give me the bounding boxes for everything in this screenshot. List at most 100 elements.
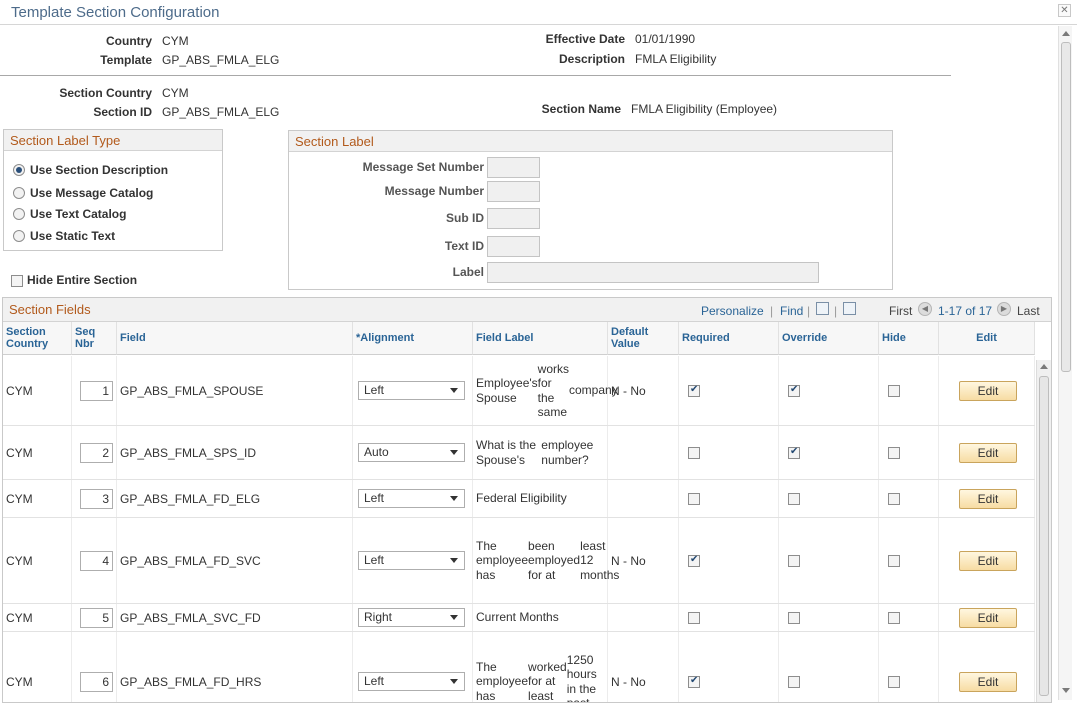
override-checkbox[interactable] [788, 554, 800, 567]
chevron-down-icon [450, 615, 458, 620]
field-label-line: What is the Spouse's [476, 438, 537, 467]
override-checkbox[interactable] [788, 675, 800, 688]
alignment-value: Left [364, 491, 385, 505]
required-checkbox[interactable] [688, 492, 700, 505]
radio-use-text-catalog[interactable]: Use Text Catalog [13, 207, 126, 221]
hide-entire-section-checkbox[interactable] [11, 274, 23, 287]
hide-checkbox[interactable] [888, 675, 900, 688]
required-checkbox[interactable] [688, 446, 700, 459]
alignment-value: Auto [364, 445, 389, 459]
override-checkbox[interactable] [788, 446, 800, 459]
table-row: CYM 2 GP_ABS_FMLA_SPS_ID Auto What is the Sp… [3, 426, 1035, 480]
col-field-label[interactable]: Field Label [473, 322, 608, 355]
row-country: CYM [3, 480, 72, 517]
section-label-type-title: Section Label Type [4, 130, 222, 151]
edit-button[interactable]: Edit [959, 607, 1017, 628]
seq-input[interactable]: 2 [80, 442, 113, 463]
find-link[interactable]: Find [780, 304, 803, 318]
seq-input[interactable]: 4 [80, 550, 113, 571]
field-label-line: Federal Eligibility [476, 491, 567, 506]
override-checkbox[interactable] [788, 611, 800, 624]
message-set-number-field [487, 157, 540, 178]
table-row: CYM 6 GP_ABS_FMLA_FD_HRS Left The employee h… [3, 632, 1035, 702]
grid-scrollbar[interactable] [1036, 360, 1051, 702]
hide-checkbox[interactable] [888, 384, 900, 397]
field-label-line: been employed for at [528, 538, 581, 582]
message-number-field [487, 181, 540, 202]
next-icon[interactable]: ▶ [997, 302, 1011, 316]
row-country: CYM [3, 426, 72, 479]
col-hide[interactable]: Hide [879, 322, 939, 355]
alignment-select[interactable]: Auto [358, 443, 465, 462]
override-checkbox[interactable] [788, 384, 800, 397]
alignment-select[interactable]: Left [358, 381, 465, 400]
edit-button[interactable]: Edit [959, 488, 1017, 509]
required-checkbox[interactable] [688, 611, 700, 624]
seq-input[interactable]: 1 [80, 380, 113, 401]
download-icon[interactable] [843, 302, 856, 315]
radio-button[interactable] [13, 208, 25, 220]
required-checkbox[interactable] [688, 384, 700, 397]
chevron-down-icon [450, 558, 458, 563]
first-label[interactable]: First [889, 304, 912, 318]
hide-checkbox[interactable] [888, 492, 900, 505]
section-name-label: Section Name [541, 102, 621, 116]
section-label-title: Section Label [289, 131, 892, 152]
edit-button[interactable]: Edit [959, 442, 1017, 463]
col-required[interactable]: Required [679, 322, 779, 355]
alignment-select[interactable]: Left [358, 551, 465, 570]
last-label[interactable]: Last [1017, 304, 1040, 318]
personalize-link[interactable]: Personalize [701, 304, 764, 318]
seq-input[interactable]: 5 [80, 607, 113, 628]
hide-checkbox[interactable] [888, 446, 900, 459]
col-section-country[interactable]: Section Country [3, 322, 72, 355]
radio-use-message-catalog[interactable]: Use Message Catalog [13, 186, 153, 200]
radio-use-section-description[interactable]: Use Section Description [13, 163, 168, 177]
radio-button[interactable] [13, 187, 25, 199]
hide-entire-section-label: Hide Entire Section [27, 273, 138, 287]
edit-button[interactable]: Edit [959, 671, 1017, 692]
radio-button[interactable] [13, 164, 25, 176]
field-label-line: works for the same [537, 361, 569, 420]
col-seq-nbr[interactable]: Seq Nbr [72, 322, 117, 355]
view-all-icon[interactable] [816, 302, 829, 315]
table-row: CYM 3 GP_ABS_FMLA_FD_ELG Left Federal Eligib… [3, 480, 1035, 518]
edit-button[interactable]: Edit [959, 550, 1017, 571]
radio-use-static-text[interactable]: Use Static Text [13, 229, 115, 243]
hide-checkbox[interactable] [888, 554, 900, 567]
radio-button[interactable] [13, 230, 25, 242]
hide-entire-section[interactable]: Hide Entire Section [11, 273, 137, 287]
col-override[interactable]: Override [779, 322, 879, 355]
col-alignment[interactable]: *Alignment [353, 322, 473, 355]
alignment-select[interactable]: Right [358, 608, 465, 627]
country-value: CYM [162, 34, 189, 48]
col-field[interactable]: Field [117, 322, 353, 355]
table-row: CYM 4 GP_ABS_FMLA_FD_SVC Left The employee h… [3, 518, 1035, 604]
seq-input[interactable]: 3 [80, 488, 113, 509]
alignment-select[interactable]: Left [358, 489, 465, 508]
section-country-label: Section Country [59, 86, 152, 100]
radio-label: Use Text Catalog [30, 207, 127, 221]
close-icon[interactable]: ✕ [1058, 4, 1071, 17]
page-scrollbar[interactable] [1058, 26, 1072, 700]
hide-checkbox[interactable] [888, 611, 900, 624]
row-field: GP_ABS_FMLA_SPS_ID [117, 426, 353, 479]
edit-button[interactable]: Edit [959, 380, 1017, 401]
scroll-up-icon[interactable] [1062, 31, 1070, 36]
col-default-value[interactable]: Default Value [608, 322, 679, 355]
override-checkbox[interactable] [788, 492, 800, 505]
row-default-value: N - No [608, 356, 679, 425]
required-checkbox[interactable] [688, 675, 700, 688]
row-default-value: N - No [608, 632, 679, 702]
previous-icon[interactable]: ◀ [918, 302, 932, 316]
required-checkbox[interactable] [688, 554, 700, 567]
scroll-thumb[interactable] [1039, 376, 1049, 696]
scroll-up-icon[interactable] [1040, 364, 1048, 369]
scroll-down-icon[interactable] [1062, 688, 1070, 693]
alignment-value: Left [364, 674, 385, 688]
scroll-thumb[interactable] [1061, 42, 1071, 372]
divider [0, 75, 951, 76]
seq-input[interactable]: 6 [80, 671, 113, 692]
chevron-down-icon [450, 450, 458, 455]
alignment-select[interactable]: Left [358, 672, 465, 691]
